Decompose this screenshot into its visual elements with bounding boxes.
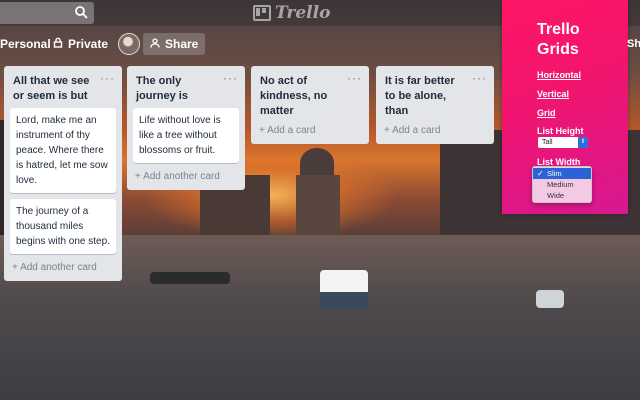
add-card-button[interactable]: + Add a card — [257, 123, 363, 144]
search-box[interactable] — [0, 2, 94, 24]
vertical-link[interactable]: Vertical — [537, 89, 569, 99]
width-option-label: Wide — [547, 191, 565, 200]
width-option-label: Medium — [547, 180, 574, 189]
list-height-select[interactable]: Tall ⇕ — [538, 137, 588, 148]
water-taxi — [320, 270, 368, 310]
list-2: The only journey is ··· Life without lov… — [127, 66, 245, 190]
card[interactable]: The journey of a thousand miles begins w… — [10, 199, 116, 254]
popup-title-line2: Grids — [537, 41, 579, 58]
width-option-wide[interactable]: Wide — [533, 190, 591, 201]
team-label-text: Personal — [0, 37, 51, 51]
list-height-value: Tall — [542, 139, 553, 146]
checkmark-icon: ✓ — [537, 169, 544, 178]
trello-grids-popup: Trello Grids Horizontal Vertical Grid Li… — [502, 0, 628, 214]
ellipsis-icon[interactable]: ··· — [347, 71, 362, 85]
list-3: No act of kindness, no matter ··· + Add … — [251, 66, 369, 144]
ellipsis-icon[interactable]: ··· — [472, 71, 487, 85]
share-button[interactable]: Share — [143, 33, 206, 55]
add-card-button[interactable]: + Add another card — [10, 260, 116, 281]
avatar[interactable] — [118, 33, 140, 55]
list-1: All that we see or seem is but ··· Lord,… — [4, 66, 122, 281]
list-width-dropdown[interactable]: ✓ Slim Medium Wide — [532, 166, 592, 203]
chevron-updown-icon: ⇕ — [578, 137, 588, 148]
member-avatar-wrap[interactable] — [118, 33, 140, 55]
church-dome — [300, 148, 334, 178]
logo-text: Trello — [275, 3, 331, 23]
share-button-edge[interactable]: Sh — [627, 38, 640, 50]
privacy-button-inner: Private — [46, 33, 115, 55]
ellipsis-icon[interactable]: ··· — [223, 71, 238, 85]
list-height-label: List Height — [537, 126, 584, 136]
add-card-button[interactable]: + Add another card — [133, 169, 239, 190]
ellipsis-icon[interactable]: ··· — [100, 71, 115, 85]
share-label: Share — [165, 37, 199, 51]
popup-title-line1: Trello — [537, 21, 580, 38]
trello-board-icon — [253, 5, 271, 21]
grid-link[interactable]: Grid — [537, 108, 556, 118]
add-card-button[interactable]: + Add a card — [382, 123, 488, 144]
share-icon — [150, 37, 160, 51]
privacy-button[interactable]: Private — [46, 33, 115, 55]
small-boat — [150, 272, 230, 284]
list-4: It is far better to be alone, than ··· +… — [376, 66, 494, 144]
width-option-label: Slim — [547, 169, 562, 178]
trello-logo[interactable]: Trello — [253, 3, 330, 23]
search-icon[interactable] — [74, 5, 88, 22]
team-label[interactable]: Personal — [0, 33, 51, 55]
privacy-label: Private — [68, 37, 109, 51]
popup-title: Trello Grids — [537, 20, 580, 60]
moored-boat — [536, 290, 564, 308]
width-option-medium[interactable]: Medium — [533, 179, 591, 190]
width-option-slim[interactable]: ✓ Slim — [533, 168, 591, 179]
lock-icon — [53, 37, 63, 51]
card[interactable]: Life without love is like a tree without… — [133, 108, 239, 163]
share-button-inner: Share — [143, 33, 206, 55]
horizontal-link[interactable]: Horizontal — [537, 70, 581, 80]
card[interactable]: Lord, make me an instrument of thy peace… — [10, 108, 116, 193]
